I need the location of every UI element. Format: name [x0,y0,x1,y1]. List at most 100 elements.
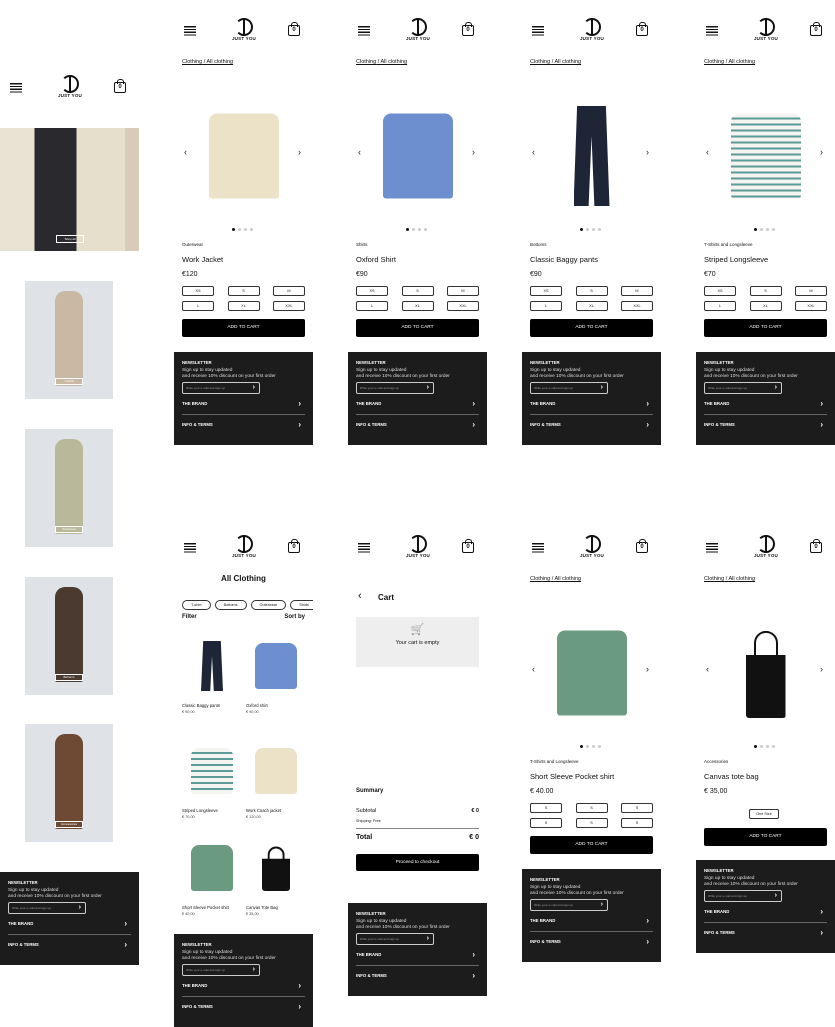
footer-link-info-terms[interactable]: INFO & TERMS › [530,415,653,435]
size-option[interactable]: S [621,818,653,828]
size-option[interactable]: XXL [273,301,305,311]
shopping-bag-icon[interactable]: 0 [114,79,126,93]
size-option[interactable]: XL [227,301,260,311]
size-option[interactable]: S [575,818,608,828]
carousel-dot[interactable] [754,745,757,748]
newsletter-email-input[interactable]: Write your e-mail and sign up › [356,933,434,945]
footer-link-the-brand[interactable]: THE BRAND › [8,914,131,934]
carousel-prev-arrow-icon[interactable]: ‹ [706,147,709,157]
footer-link-info-terms[interactable]: INFO & TERMS › [182,997,305,1017]
hamburger-menu-icon[interactable] [358,26,370,36]
category-chip[interactable]: Outerwear [250,600,287,610]
shopping-bag-icon[interactable]: 0 [462,22,474,36]
carousel-next-arrow-icon[interactable]: › [298,147,301,157]
shopping-bag-icon[interactable]: 0 [810,539,822,553]
category-tile-label[interactable]: Outerwear [55,526,83,533]
newsletter-email-input[interactable]: Write your e-mail and sign up › [182,964,260,976]
size-option[interactable]: L [182,301,214,311]
add-to-cart-button[interactable]: ADD TO CART [704,828,827,846]
carousel-prev-arrow-icon[interactable]: ‹ [532,147,535,157]
carousel-dot[interactable] [760,745,763,748]
footer-link-info-terms[interactable]: INFO & TERMS › [356,415,479,435]
category-tile-label[interactable]: T-shirts [55,378,83,385]
brand-logo[interactable]: JUST YOU [57,75,83,98]
footer-link-info-terms[interactable]: INFO & TERMS › [704,415,827,435]
size-option[interactable]: XL [401,301,434,311]
carousel-next-arrow-icon[interactable]: › [820,664,823,674]
carousel-dot[interactable] [766,745,769,748]
carousel-dot[interactable] [580,745,583,748]
hamburger-menu-icon[interactable] [184,26,196,36]
size-option[interactable]: XL [575,301,608,311]
carousel-dot[interactable] [232,228,235,231]
breadcrumb-all-clothing[interactable]: All clothing [554,576,581,582]
category-chip[interactable]: Shirts [290,600,313,610]
hero-shop-button[interactable]: Shop all [56,235,84,243]
carousel-dots[interactable] [754,745,775,748]
brand-logo[interactable]: JUST YOU [753,18,779,41]
size-option[interactable]: S [401,286,434,296]
category-tile[interactable]: Accessories [25,724,113,842]
proceed-to-checkout-button[interactable]: Proceed to checkout [356,854,479,871]
size-option[interactable]: S [530,803,562,813]
submit-arrow-icon[interactable]: › [775,384,777,391]
carousel-dot[interactable] [586,745,589,748]
carousel-next-arrow-icon[interactable]: › [646,147,649,157]
carousel-dots[interactable] [232,228,253,231]
breadcrumb-all-clothing[interactable]: All clothing [728,576,755,582]
footer-link-info-terms[interactable]: INFO & TERMS › [530,932,653,952]
breadcrumb-all-clothing[interactable]: All clothing [728,59,755,65]
carousel-dot[interactable] [766,228,769,231]
category-chip[interactable]: T-shirt [182,600,211,610]
filter-button[interactable]: Filter [182,614,197,620]
carousel-dots[interactable] [580,228,601,231]
carousel-dot[interactable] [250,228,253,231]
carousel-dot[interactable] [772,228,775,231]
carousel-next-arrow-icon[interactable]: › [646,664,649,674]
hamburger-menu-icon[interactable] [532,543,544,553]
sort-by-button[interactable]: Sort by [284,614,305,620]
submit-arrow-icon[interactable]: › [427,384,429,391]
category-tile[interactable]: Outerwear [25,429,113,547]
newsletter-email-input[interactable]: Write your e-mail and sign up › [704,890,782,902]
shopping-bag-icon[interactable]: 0 [636,22,648,36]
carousel-prev-arrow-icon[interactable]: ‹ [358,147,361,157]
carousel-dots[interactable] [580,745,601,748]
size-option[interactable]: M [795,286,827,296]
shopping-bag-icon[interactable]: 0 [462,539,474,553]
size-option[interactable]: XS [704,286,736,296]
footer-link-the-brand[interactable]: THE BRAND › [704,394,827,414]
size-option[interactable]: XXL [795,301,827,311]
brand-logo[interactable]: JUST YOU [405,535,431,558]
category-tile[interactable]: Bottoms [25,577,113,695]
size-option[interactable]: S [621,803,653,813]
shopping-bag-icon[interactable]: 0 [288,22,300,36]
breadcrumb-clothing[interactable]: Clothing [704,576,724,582]
submit-arrow-icon[interactable]: › [253,384,255,391]
hamburger-menu-icon[interactable] [358,543,370,553]
carousel-dot[interactable] [406,228,409,231]
brand-logo[interactable]: JUST YOU [231,18,257,41]
size-option[interactable]: S [749,286,782,296]
size-option[interactable]: M [621,286,653,296]
shopping-bag-icon[interactable]: 0 [810,22,822,36]
carousel-dot[interactable] [586,228,589,231]
add-to-cart-button[interactable]: ADD TO CART [530,836,653,854]
brand-logo[interactable]: JUST YOU [753,535,779,558]
add-to-cart-button[interactable]: ADD TO CART [356,319,479,337]
newsletter-email-input[interactable]: Write your e-mail and sign up › [704,382,782,394]
hamburger-menu-icon[interactable] [532,26,544,36]
footer-link-info-terms[interactable]: INFO & TERMS › [8,935,131,955]
carousel-dot[interactable] [244,228,247,231]
breadcrumb-all-clothing[interactable]: All clothing [380,59,407,65]
hamburger-menu-icon[interactable] [706,543,718,553]
size-option[interactable]: S [575,803,608,813]
brand-logo[interactable]: JUST YOU [579,18,605,41]
carousel-dot[interactable] [580,228,583,231]
carousel-prev-arrow-icon[interactable]: ‹ [532,664,535,674]
newsletter-email-input[interactable]: Write your e-mail and sign up › [182,382,260,394]
carousel-dot[interactable] [592,228,595,231]
submit-arrow-icon[interactable]: › [253,966,255,973]
size-option-one-size[interactable]: One Size [749,809,779,819]
carousel-dot[interactable] [754,228,757,231]
